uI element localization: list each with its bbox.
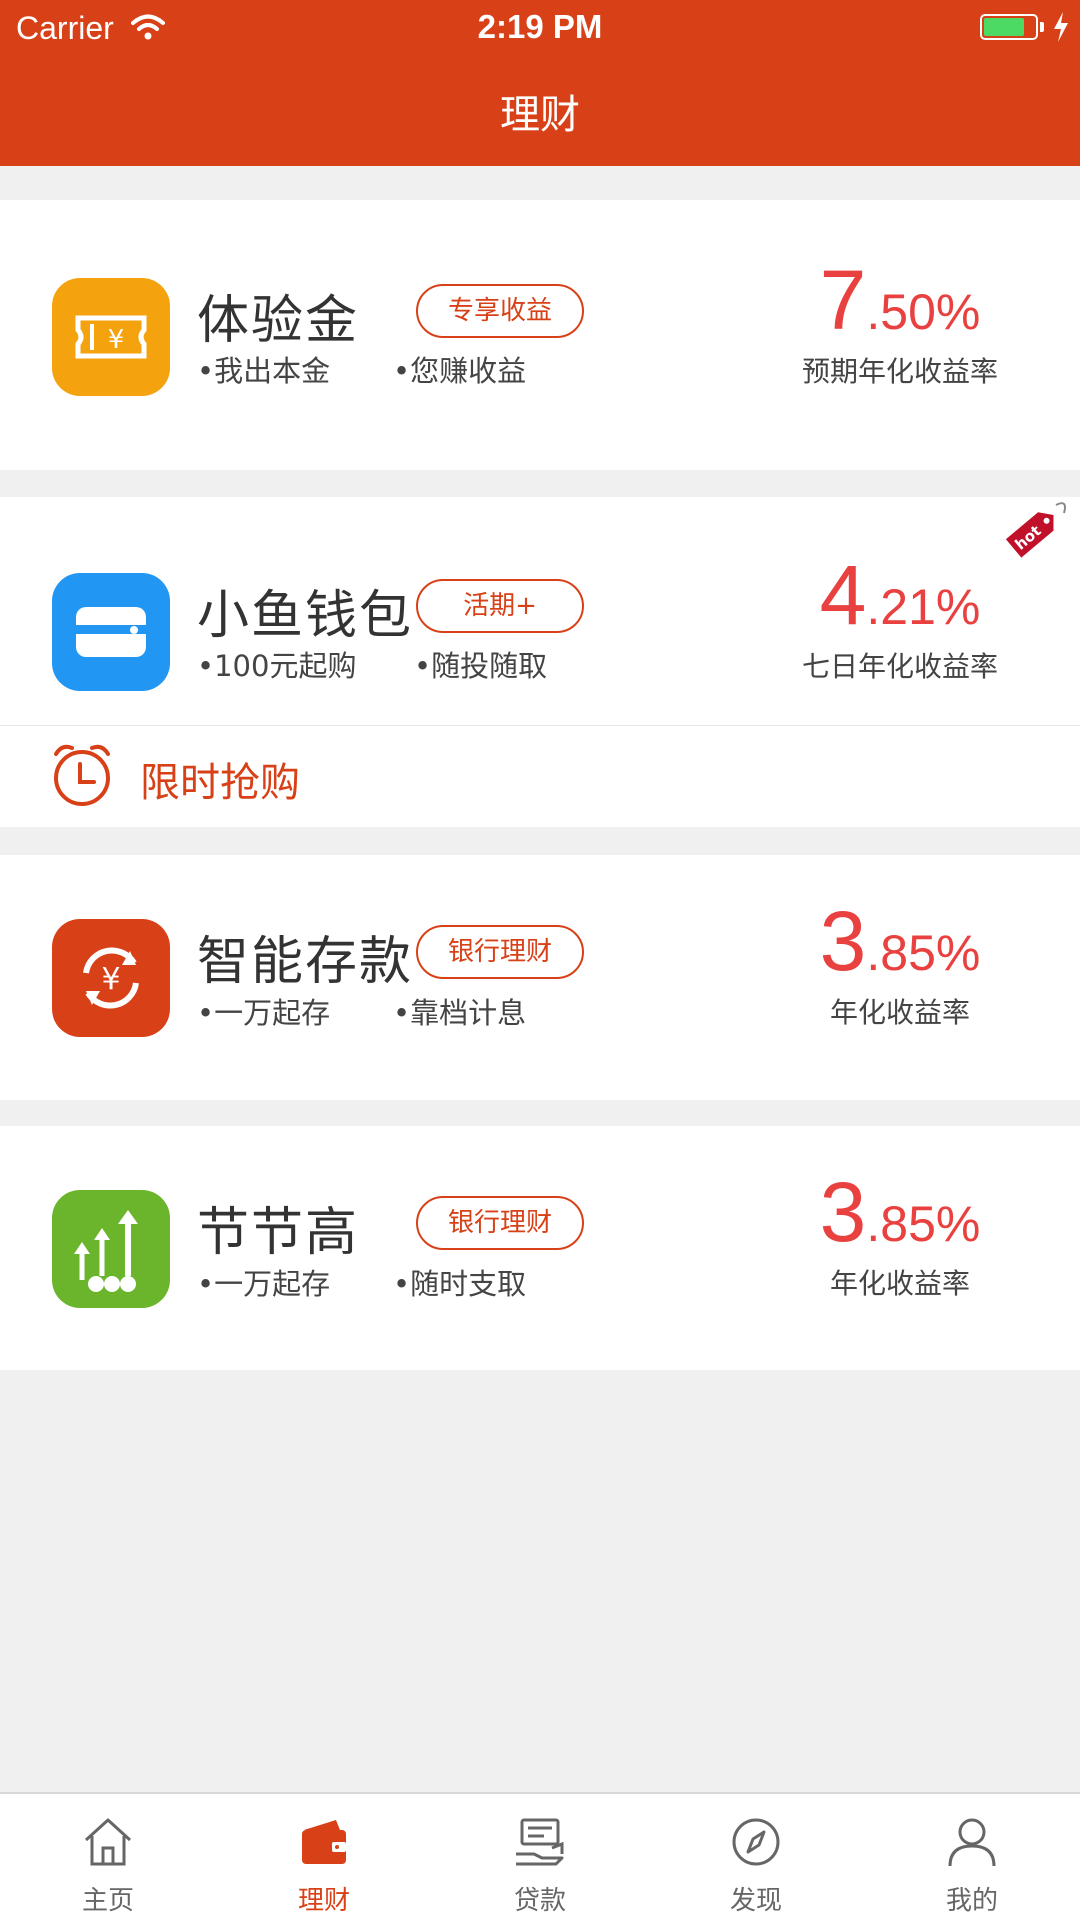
growth-arrows-icon	[52, 1190, 170, 1308]
product-rate: 3.85%	[760, 893, 1040, 990]
tab-licai[interactable]: 理财	[216, 1794, 432, 1920]
rate-integer: 7	[819, 253, 867, 347]
product-feature: •随时支取	[393, 1267, 527, 1301]
product-feature: •随投随取	[414, 649, 548, 683]
tab-label: 贷款	[513, 1886, 566, 1916]
rate-decimal: .85%	[866, 925, 981, 981]
compass-icon	[732, 1818, 780, 1866]
tab-bar: 主页 理财 贷款 发现 我的	[0, 1792, 1080, 1920]
product-card-tiyanjin[interactable]: ¥ 体验金 专享收益 •我出本金 •您赚收益 7.50% 预期年化收益率	[0, 200, 1080, 470]
product-feature: •100元起购	[197, 649, 357, 683]
product-card-jiejiegao[interactable]: 节节高 银行理财 •一万起存 •随时支取 3.85% 年化收益率	[0, 1126, 1080, 1370]
app-header: Carrier 2:19 PM 理财	[0, 0, 1080, 166]
product-feature: •靠档计息	[393, 996, 527, 1030]
tab-label: 我的	[945, 1886, 998, 1916]
tab-loan[interactable]: 贷款	[432, 1794, 648, 1920]
tab-mine[interactable]: 我的	[864, 1794, 1080, 1920]
tab-label: 理财	[297, 1886, 350, 1916]
product-feature: •一万起存	[197, 1267, 331, 1301]
rate-integer: 4	[819, 548, 867, 642]
page-title: 理财	[500, 92, 580, 138]
product-tag: 专享收益	[416, 284, 584, 338]
tab-label: 发现	[729, 1886, 782, 1916]
clock: 2:19 PM	[477, 8, 603, 45]
product-name: 智能存款	[197, 932, 414, 992]
hot-badge: hot	[1005, 502, 1066, 558]
ticket-yen-icon: ¥	[52, 278, 170, 396]
product-name: 小鱼钱包	[197, 586, 414, 646]
yen-refresh-icon: ¥	[52, 919, 170, 1037]
product-rate: 3.85%	[760, 1164, 1040, 1261]
tab-home[interactable]: 主页	[0, 1794, 216, 1920]
rate-decimal: .85%	[866, 1196, 981, 1252]
battery-icon	[980, 14, 1038, 40]
wallet-card-icon	[52, 573, 170, 691]
product-name: 体验金	[197, 291, 360, 351]
rate-decimal: .21%	[866, 579, 981, 635]
tab-discover[interactable]: 发现	[648, 1794, 864, 1920]
product-feature: •您赚收益	[393, 354, 527, 388]
battery-tip	[1040, 22, 1044, 32]
rate-label: 年化收益率	[829, 996, 970, 1029]
product-name: 节节高	[197, 1203, 360, 1263]
rate-decimal: .50%	[866, 284, 981, 340]
svg-text:¥: ¥	[101, 962, 120, 997]
flash-sale-row[interactable]: 限时抢购	[0, 726, 1080, 826]
loan-icon	[516, 1818, 564, 1866]
product-feature: •一万起存	[197, 996, 331, 1030]
rate-integer: 3	[819, 1165, 867, 1259]
user-icon	[948, 1818, 996, 1867]
product-tag: 银行理财	[416, 925, 584, 979]
wallet-icon	[302, 1820, 346, 1864]
charging-bolt-icon	[1054, 12, 1068, 42]
rate-integer: 3	[819, 894, 867, 988]
rate-label: 预期年化收益率	[801, 355, 998, 388]
product-rate: 7.50%	[760, 252, 1040, 349]
battery-level	[984, 18, 1024, 36]
product-card-zhineng[interactable]: ¥ 智能存款 银行理财 •一万起存 •靠档计息 3.85% 年化收益率	[0, 855, 1080, 1100]
rate-label: 年化收益率	[829, 1267, 970, 1300]
tab-label: 主页	[81, 1886, 134, 1916]
home-icon	[84, 1818, 132, 1866]
flash-sale-label: 限时抢购	[140, 760, 300, 806]
svg-text:¥: ¥	[108, 325, 125, 355]
product-feature: •我出本金	[197, 354, 331, 388]
rate-label: 七日年化收益率	[801, 650, 998, 683]
product-card-xiaoyu[interactable]: 小鱼钱包 活期+ •100元起购 •随投随取 4.21% 七日年化收益率 hot…	[0, 497, 1080, 827]
alarm-clock-icon	[54, 744, 110, 806]
product-tag: 活期+	[416, 579, 584, 633]
product-tag: 银行理财	[416, 1196, 584, 1250]
status-bar: Carrier 2:19 PM	[0, 0, 1080, 54]
